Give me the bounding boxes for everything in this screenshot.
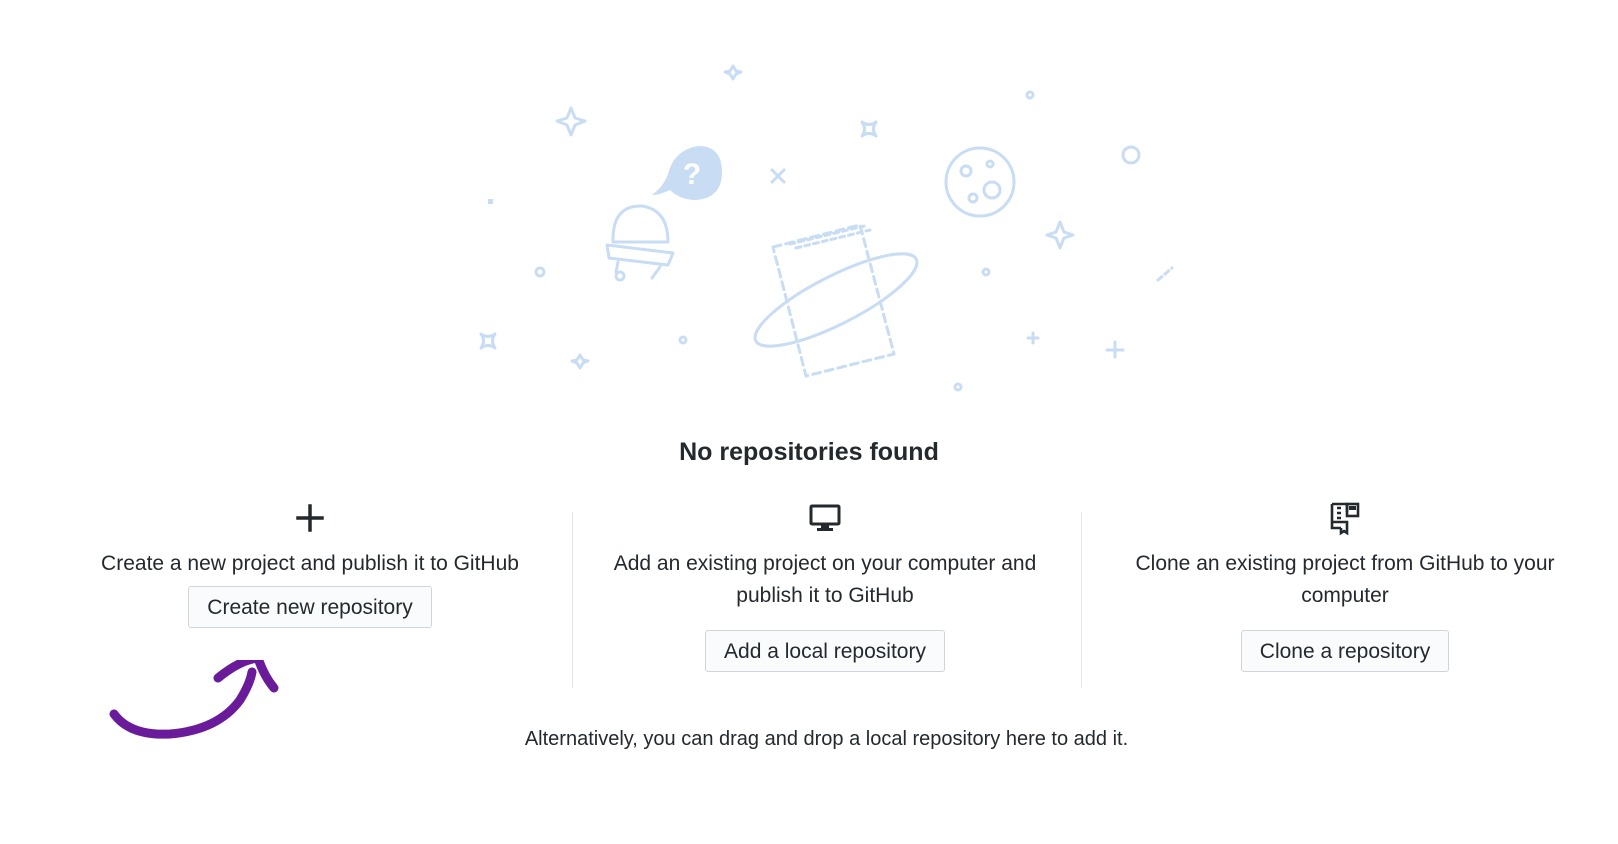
sparkle-icon — [1045, 220, 1075, 250]
column-divider — [572, 512, 573, 688]
clone-repository-button[interactable]: Clone a repository — [1240, 630, 1450, 672]
create-repository-option: Create a new project and publish it to G… — [80, 500, 540, 628]
drag-drop-hint: Alternatively, you can drag and drop a l… — [524, 728, 1129, 750]
page-title: No repositories found — [679, 438, 939, 466]
clone-option-description: Clone an existing project from GitHub to… — [1135, 552, 1555, 607]
repo-clone-icon — [1330, 502, 1360, 536]
sparkle-icon — [555, 106, 587, 137]
moon-icon — [944, 146, 1016, 218]
add-local-repository-button[interactable]: Add a local repository — [705, 630, 945, 672]
create-option-description: Create a new project and publish it to G… — [101, 552, 519, 575]
question-bubble-icon: ? — [652, 146, 722, 200]
add-local-option-description: Add an existing project on your computer… — [613, 552, 1037, 607]
create-new-repository-button[interactable]: Create new repository — [188, 586, 432, 628]
plus-icon — [296, 504, 324, 532]
cross-icon — [770, 168, 786, 184]
annotation-arrow-icon — [109, 660, 279, 739]
document-icon — [771, 223, 896, 378]
sparkle-icon — [723, 64, 743, 81]
square-star-icon — [860, 120, 878, 138]
square-star-icon — [479, 332, 497, 350]
column-divider — [1081, 512, 1082, 688]
empty-repositories-view: ? No repositories found Create a new pro… — [0, 0, 1618, 844]
clone-repository-option: Clone an existing project from GitHub to… — [1110, 500, 1580, 672]
lamp-icon — [611, 204, 670, 244]
add-local-repository-option: Add an existing project on your computer… — [595, 500, 1055, 672]
svg-text:?: ? — [683, 158, 701, 191]
empty-state-illustration: ? — [479, 64, 1174, 392]
desktop-computer-icon — [809, 504, 841, 531]
plus-sparkle-icon — [1105, 340, 1125, 359]
plus-sparkle-icon — [1026, 331, 1040, 345]
sparkle-icon — [570, 353, 590, 370]
